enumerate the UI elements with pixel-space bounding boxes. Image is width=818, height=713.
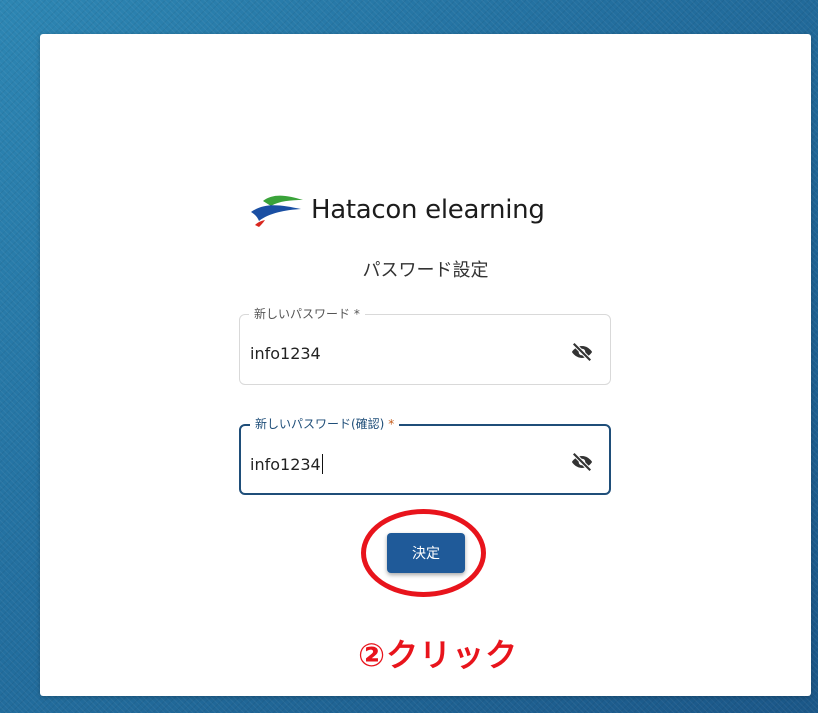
login-card: Hatacon elearning パスワード設定 新しいパスワード * inf… [40, 34, 811, 696]
eye-off-icon[interactable] [571, 451, 593, 473]
page-title: パスワード設定 [362, 260, 489, 281]
new-password-input[interactable]: info1234 [250, 344, 321, 363]
new-password-label: 新しいパスワード * [249, 306, 365, 322]
logo-text: Hatacon elearning [311, 195, 545, 225]
flag-logo-icon [251, 195, 303, 227]
confirm-password-field[interactable]: 新しいパスワード(確認) * info1234 [239, 416, 611, 495]
click-annotation: ②クリック [358, 636, 519, 674]
confirm-password-input[interactable]: info1234 [250, 454, 323, 474]
text-caret [321, 454, 323, 474]
eye-off-icon[interactable] [571, 341, 593, 363]
new-password-field[interactable]: 新しいパスワード * info1234 [239, 306, 611, 385]
app-logo: Hatacon elearning [249, 192, 545, 228]
submit-button[interactable]: 決定 [387, 533, 465, 573]
required-mark: * [388, 417, 395, 431]
required-mark: * [353, 307, 360, 321]
confirm-password-label: 新しいパスワード(確認) * [250, 416, 400, 432]
